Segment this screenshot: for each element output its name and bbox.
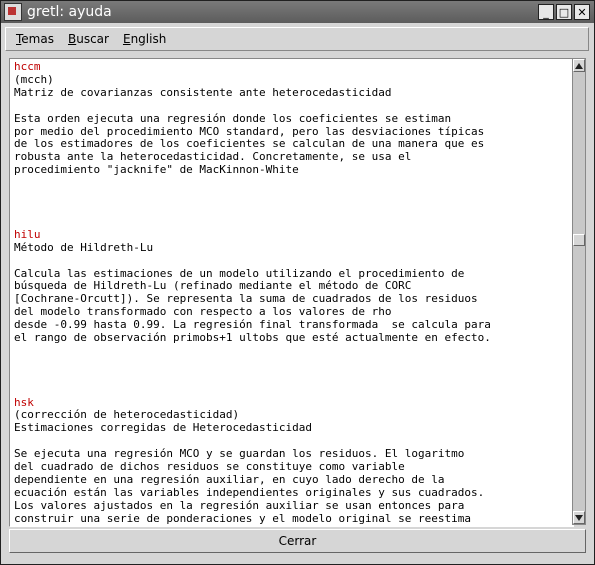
menu-buscar[interactable]: Buscar (68, 32, 109, 46)
help-line (14, 100, 569, 113)
app-icon[interactable] (4, 3, 22, 21)
help-line: dependiente en una regresión auxiliar, e… (14, 473, 445, 486)
help-line: utilizando mínimos cuadrados ponderados.… (14, 525, 569, 526)
maximize-icon: □ (558, 5, 570, 19)
cerrar-label: Cerrar (278, 534, 317, 548)
help-line (14, 371, 569, 384)
menu-english[interactable]: English (123, 32, 166, 46)
close-button[interactable]: ✕ (574, 4, 590, 20)
vertical-scrollbar[interactable] (572, 58, 586, 525)
help-line: el rango de observación primobs+1 ultobs… (14, 331, 491, 345)
help-line (14, 203, 569, 216)
maximize-button[interactable]: □ (556, 4, 572, 20)
help-line (14, 216, 569, 229)
help-line (14, 384, 569, 397)
help-line (14, 177, 569, 190)
help-line: Los valores ajustados en la regresión au… (14, 498, 465, 512)
help-keyword: hilu (14, 227, 41, 241)
help-line (14, 255, 569, 268)
help-keyword: hccm (14, 60, 41, 73)
help-line: Esta orden ejecuta una regresión donde l… (14, 111, 452, 125)
minimize-icon: _ (543, 5, 549, 19)
help-window: gretl: ayuda _ □ ✕ Temas Buscar English … (0, 0, 595, 565)
help-line: (mcch) (14, 72, 54, 86)
menu-temas[interactable]: Temas (16, 32, 54, 46)
help-text: hccm (mcch) Matriz de covarianzas consiste… (14, 60, 569, 526)
close-icon: ✕ (577, 5, 587, 19)
scroll-up-button[interactable] (573, 59, 585, 72)
window-title: gretl: ayuda (27, 4, 112, 20)
help-line: Estimaciones corregidas de Heterocedasti… (14, 421, 313, 435)
menu-bar: Temas Buscar English (5, 27, 589, 51)
help-line: construir una serie de ponderaciones y e… (14, 511, 471, 525)
help-line (14, 358, 569, 371)
help-line: Matriz de covarianzas consistente ante h… (14, 85, 392, 99)
help-line (14, 345, 569, 358)
scroll-down-button[interactable] (573, 511, 585, 524)
help-line: ecuación están las variables independien… (14, 485, 485, 499)
help-text-area[interactable]: hccm (mcch) Matriz de covarianzas consiste… (9, 58, 574, 527)
arrow-up-icon (575, 62, 583, 69)
help-line: Método de Hildreth-Lu (14, 240, 154, 254)
window-controls: _ □ ✕ (538, 4, 590, 20)
title-bar[interactable]: gretl: ayuda _ □ ✕ (1, 1, 594, 23)
cerrar-button[interactable]: Cerrar (9, 529, 586, 553)
minimize-button[interactable]: _ (538, 4, 554, 20)
help-line (14, 190, 569, 203)
help-line: procedimiento "jacknife" de MacKinnon-Wh… (14, 163, 299, 177)
scroll-thumb[interactable] (573, 234, 585, 246)
arrow-down-icon (575, 514, 583, 521)
